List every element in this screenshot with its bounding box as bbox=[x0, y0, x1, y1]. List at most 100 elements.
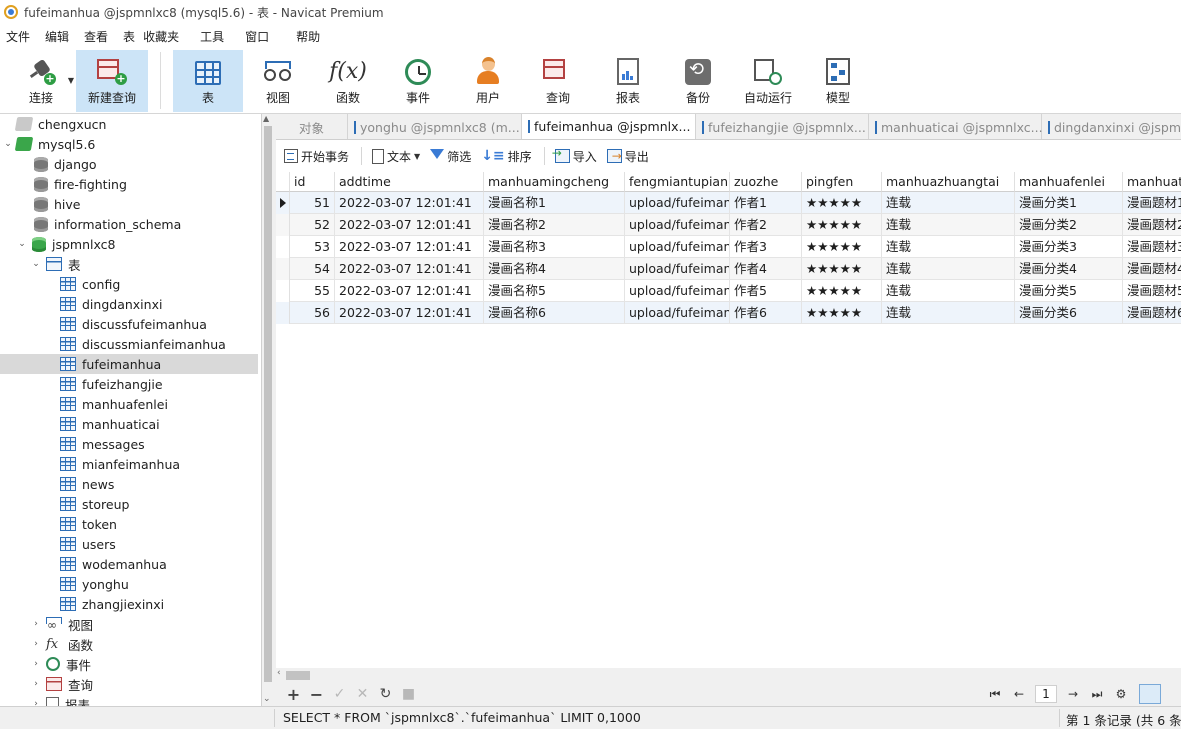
table-cell[interactable]: 55 bbox=[290, 280, 335, 302]
column-header[interactable]: addtime bbox=[335, 172, 484, 192]
table-cell[interactable]: 漫画分类2 bbox=[1015, 214, 1123, 236]
grid-horizontal-scrollbar[interactable]: ‹ bbox=[276, 668, 1181, 682]
scroll-left-icon[interactable]: ‹ bbox=[277, 668, 281, 678]
table-cell[interactable]: 作者6 bbox=[730, 302, 802, 324]
connect-button[interactable]: + ▼ 连接 bbox=[6, 50, 76, 112]
table-cell[interactable]: 漫画题材4 bbox=[1123, 258, 1181, 280]
table-cell[interactable]: upload/fufeimanh bbox=[625, 236, 730, 258]
row-indicator[interactable] bbox=[276, 258, 290, 280]
gear-icon[interactable]: ⚙ bbox=[1109, 687, 1133, 701]
sidebar-scrollbar[interactable]: ▲ ⌄ bbox=[262, 114, 274, 706]
data-grid[interactable]: id addtime manhuamingcheng fengmiantupia… bbox=[276, 172, 1181, 668]
tree-group-functions[interactable]: › fx 函数 bbox=[0, 634, 258, 654]
column-header[interactable]: zuozhe bbox=[730, 172, 802, 192]
tree-table[interactable]: manhuaticai bbox=[0, 414, 258, 434]
scroll-up-icon[interactable]: ▲ bbox=[263, 114, 269, 123]
row-indicator[interactable] bbox=[276, 192, 290, 214]
menu-file[interactable]: 文件 bbox=[2, 28, 41, 45]
table-cell[interactable]: 53 bbox=[290, 236, 335, 258]
begin-transaction-button[interactable]: 开始事务 bbox=[284, 148, 349, 165]
table-cell[interactable]: upload/fufeimanh bbox=[625, 192, 730, 214]
chevron-down-icon[interactable]: ⌄ bbox=[2, 139, 14, 149]
tree-table[interactable]: mianfeimanhua bbox=[0, 454, 258, 474]
menu-favorites[interactable]: 收藏夹 bbox=[139, 28, 190, 45]
tab-manhuaticai[interactable]: manhuaticai @jspmnlxc... bbox=[869, 114, 1043, 139]
table-cell[interactable]: 漫画名称6 bbox=[484, 302, 625, 324]
first-page-icon[interactable]: ⏮ bbox=[983, 687, 1007, 702]
table-cell[interactable]: 2022-03-07 12:01:41 bbox=[335, 192, 484, 214]
tree-table[interactable]: messages bbox=[0, 434, 258, 454]
refresh-icon[interactable]: ↻ bbox=[374, 686, 397, 702]
column-header[interactable]: manhuazhuangtai bbox=[882, 172, 1015, 192]
tree-group-reports[interactable]: › 报表 bbox=[0, 694, 258, 706]
model-button[interactable]: 模型 bbox=[803, 50, 873, 112]
tree-group-tables[interactable]: ⌄ 表 bbox=[0, 254, 258, 274]
tree-table[interactable]: yonghu bbox=[0, 574, 258, 594]
tree-table[interactable]: news bbox=[0, 474, 258, 494]
discard-changes-icon[interactable]: ✕ bbox=[351, 686, 374, 702]
table-cell[interactable]: 2022-03-07 12:01:41 bbox=[335, 236, 484, 258]
table-cell[interactable]: 2022-03-07 12:01:41 bbox=[335, 280, 484, 302]
row-indicator[interactable] bbox=[276, 214, 290, 236]
table-cell[interactable]: 2022-03-07 12:01:41 bbox=[335, 258, 484, 280]
tab-dingdanxinxi[interactable]: dingdanxinxi @jspm bbox=[1042, 114, 1181, 139]
add-record-icon[interactable]: + bbox=[282, 685, 305, 704]
tree-table-selected[interactable]: fufeimanhua bbox=[0, 354, 258, 374]
page-number-field[interactable]: 1 bbox=[1035, 685, 1057, 703]
delete-record-icon[interactable]: − bbox=[305, 685, 328, 704]
table-cell[interactable]: 漫画名称5 bbox=[484, 280, 625, 302]
tree-table[interactable]: token bbox=[0, 514, 258, 534]
table-cell[interactable]: 作者2 bbox=[730, 214, 802, 236]
tree-database[interactable]: hive bbox=[0, 194, 258, 214]
function-button[interactable]: f(x) 函数 bbox=[313, 50, 383, 112]
table-cell[interactable]: 漫画名称3 bbox=[484, 236, 625, 258]
table-cell[interactable]: 54 bbox=[290, 258, 335, 280]
table-cell[interactable]: 连载 bbox=[882, 280, 1015, 302]
tab-fufeimanhua[interactable]: fufeimanhua @jspmnlx... bbox=[522, 114, 696, 139]
sort-button[interactable]: ↓≡ 排序 bbox=[481, 148, 531, 165]
chevron-right-icon[interactable]: › bbox=[30, 639, 42, 649]
tree-database[interactable]: django bbox=[0, 154, 258, 174]
tree-table[interactable]: zhangjiexinxi bbox=[0, 594, 258, 614]
scrollbar-thumb[interactable] bbox=[264, 126, 272, 682]
table-cell[interactable]: 漫画分类3 bbox=[1015, 236, 1123, 258]
export-button[interactable]: 导出 bbox=[606, 148, 649, 165]
tree-table[interactable]: fufeizhangjie bbox=[0, 374, 258, 394]
row-indicator[interactable] bbox=[276, 236, 290, 258]
tree-table[interactable]: dingdanxinxi bbox=[0, 294, 258, 314]
text-button[interactable]: 文本 ▼ bbox=[372, 148, 420, 165]
table-cell[interactable]: 56 bbox=[290, 302, 335, 324]
tab-objects[interactable]: 对象 bbox=[276, 114, 348, 139]
menu-window[interactable]: 窗口 bbox=[235, 28, 280, 45]
table-button[interactable]: 表 bbox=[173, 50, 243, 112]
row-indicator[interactable] bbox=[276, 280, 290, 302]
table-cell[interactable]: ★★★★★ bbox=[802, 258, 882, 280]
menu-help[interactable]: 帮助 bbox=[280, 28, 331, 45]
tree-table[interactable]: discussfufeimanhua bbox=[0, 314, 258, 334]
tree-group-queries[interactable]: › 查询 bbox=[0, 674, 258, 694]
table-cell[interactable]: 作者3 bbox=[730, 236, 802, 258]
next-page-icon[interactable]: → bbox=[1061, 687, 1085, 701]
tree-table[interactable]: users bbox=[0, 534, 258, 554]
chevron-down-icon[interactable]: ⌄ bbox=[16, 239, 28, 249]
apply-changes-icon[interactable]: ✓ bbox=[328, 686, 351, 702]
tree-database-active[interactable]: ⌄ jspmnlxc8 bbox=[0, 234, 258, 254]
column-header[interactable]: id bbox=[290, 172, 335, 192]
menu-table[interactable]: 表 bbox=[119, 28, 139, 45]
table-cell[interactable]: 连载 bbox=[882, 192, 1015, 214]
table-cell[interactable]: upload/fufeimanh bbox=[625, 280, 730, 302]
table-cell[interactable]: 连载 bbox=[882, 214, 1015, 236]
chevron-down-icon[interactable]: ▼ bbox=[68, 76, 74, 85]
table-cell[interactable]: 漫画分类4 bbox=[1015, 258, 1123, 280]
tree-connection[interactable]: ⌄ mysql5.6 bbox=[0, 134, 258, 154]
table-cell[interactable]: 作者1 bbox=[730, 192, 802, 214]
table-cell[interactable]: 漫画题材6 bbox=[1123, 302, 1181, 324]
menu-edit[interactable]: 编辑 bbox=[41, 28, 80, 45]
query-button[interactable]: 查询 bbox=[523, 50, 593, 112]
table-cell[interactable]: 漫画题材1 bbox=[1123, 192, 1181, 214]
scroll-down-icon[interactable]: ⌄ bbox=[263, 694, 271, 704]
table-cell[interactable]: 51 bbox=[290, 192, 335, 214]
chevron-down-icon[interactable]: ⌄ bbox=[30, 259, 42, 269]
table-cell[interactable]: 连载 bbox=[882, 302, 1015, 324]
last-page-icon[interactable]: ⏭ bbox=[1085, 687, 1109, 702]
